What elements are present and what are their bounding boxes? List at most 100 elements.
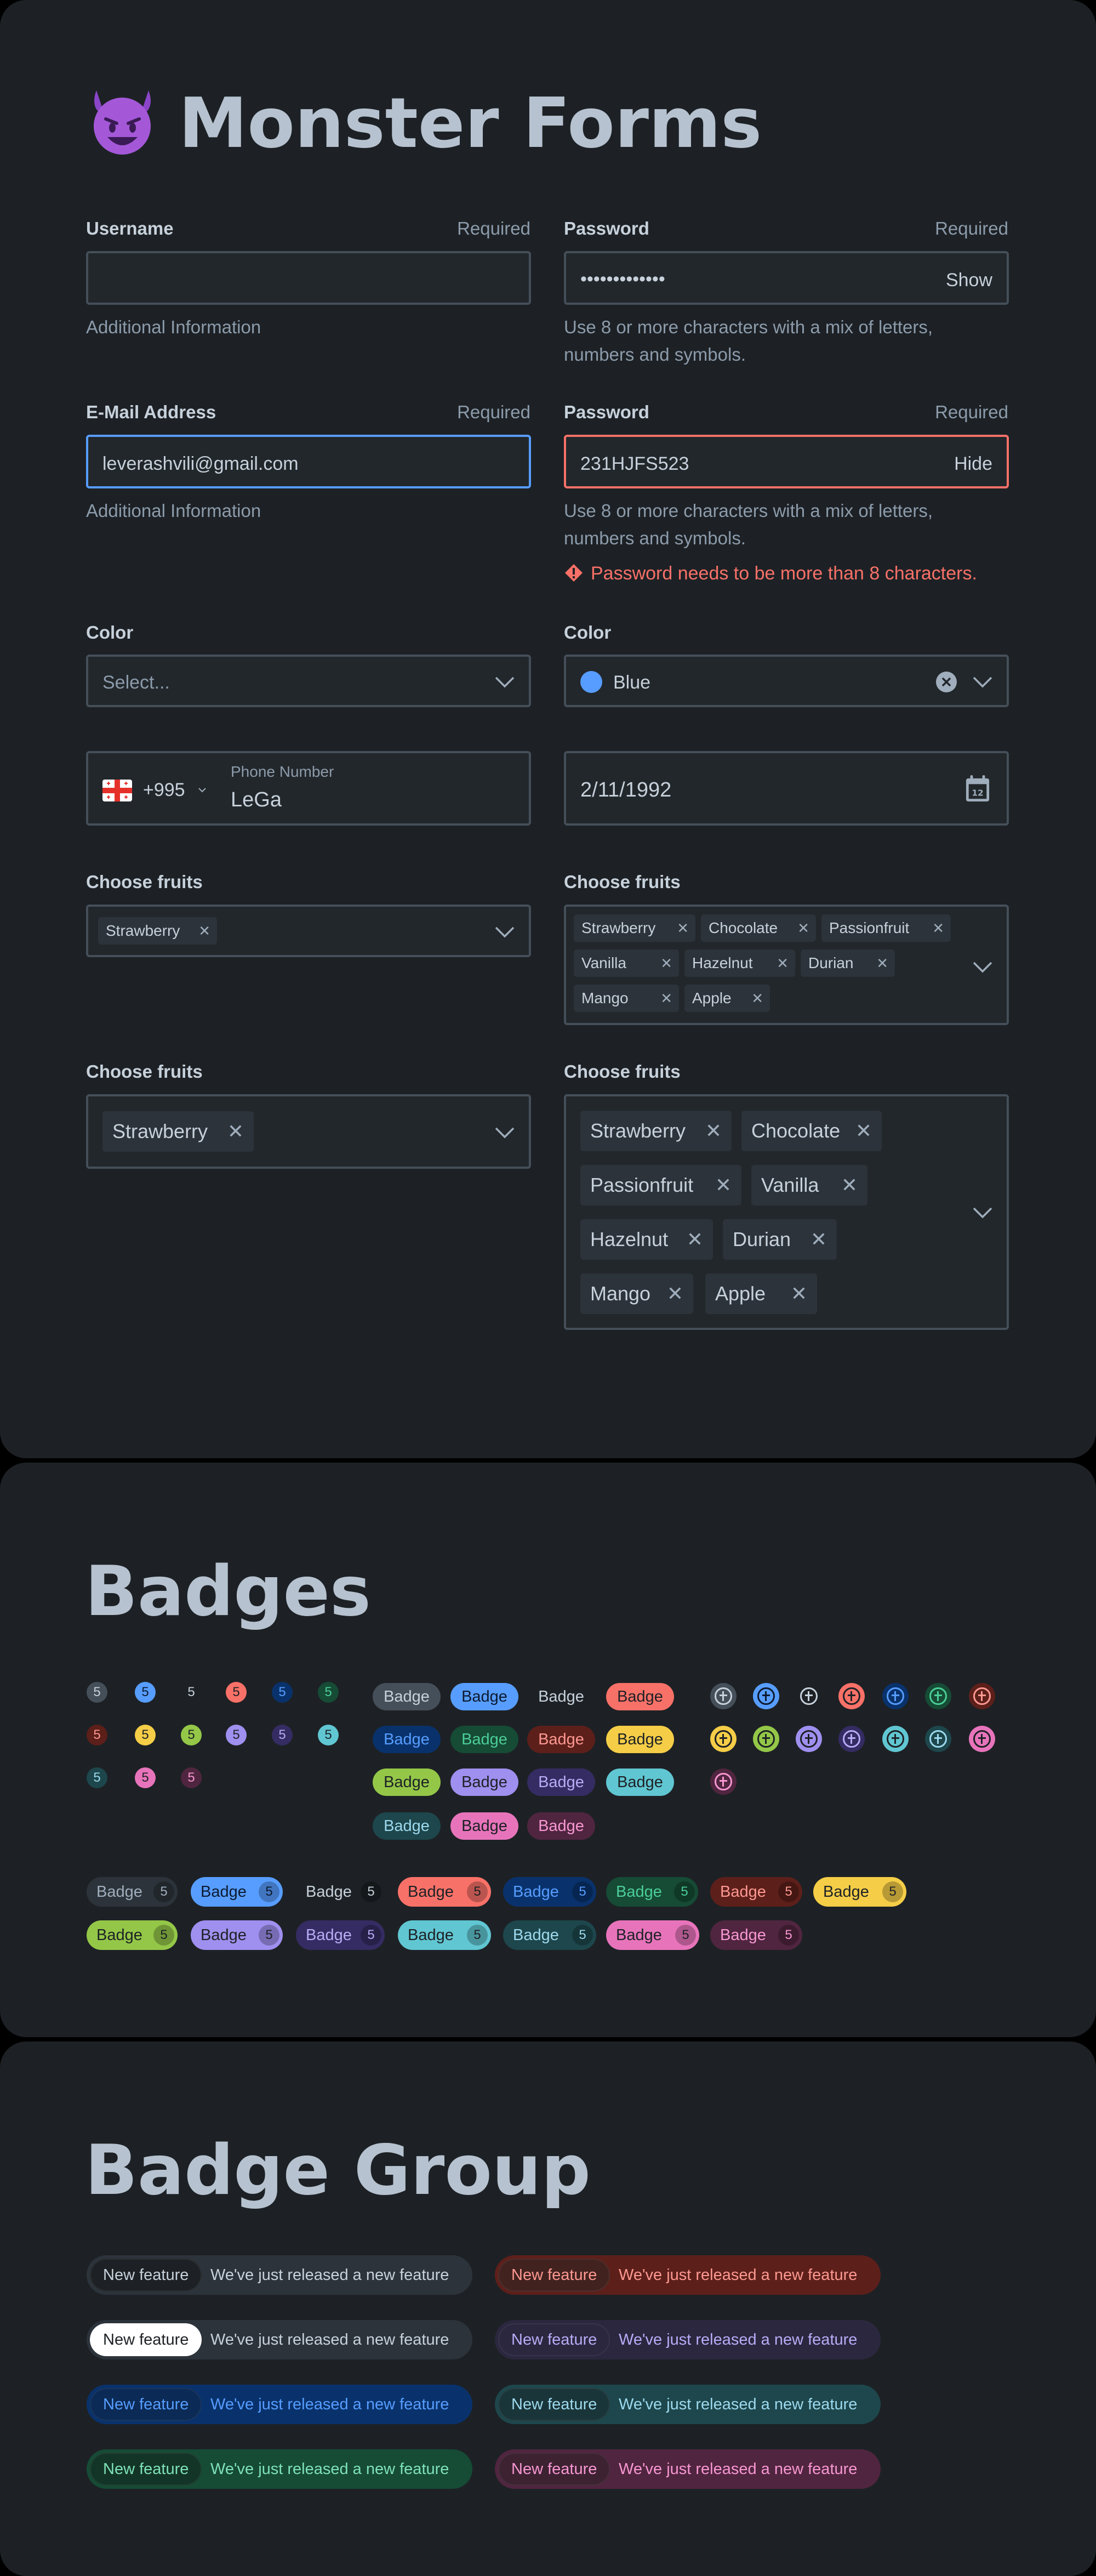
remove-icon[interactable]: ✕ <box>855 1111 872 1151</box>
password-confirm-input[interactable]: 231HJFS523 Hide <box>564 435 1009 488</box>
remove-icon[interactable]: ✕ <box>715 1165 732 1205</box>
badge-label: Badge <box>201 1926 247 1944</box>
remove-icon[interactable]: ✕ <box>227 1111 244 1152</box>
fruit-tag[interactable]: Chocolate ✕ <box>701 914 816 942</box>
badge-group-message: We've just released a new feature <box>210 2396 449 2413</box>
date-input[interactable]: 2/11/1992 12 <box>564 751 1009 826</box>
clear-icon[interactable] <box>935 671 957 693</box>
fruits-select-small[interactable]: Strawberry ✕ <box>86 905 531 957</box>
badge-count: 5 <box>572 1925 593 1946</box>
badge-with-count: Badge 5 <box>398 1920 491 1950</box>
plus-circle-icon <box>843 1687 860 1705</box>
calendar-icon[interactable]: 12 <box>965 775 990 803</box>
fruit-tag[interactable]: Strawberry ✕ <box>98 917 217 945</box>
count-badge: 5 <box>318 1682 339 1703</box>
fruit-tag[interactable]: Strawberry ✕ <box>102 1111 254 1152</box>
remove-icon[interactable]: ✕ <box>841 1165 858 1205</box>
remove-icon[interactable]: ✕ <box>705 1111 722 1151</box>
password-confirm-help: Use 8 or more characters with a mix of l… <box>564 501 933 548</box>
fruits-select-large[interactable]: Strawberry ✕ <box>86 1094 531 1169</box>
username-required: Required <box>457 218 530 238</box>
remove-icon[interactable]: ✕ <box>932 914 944 942</box>
badge: Badge <box>538 1688 584 1705</box>
badge-count: 5 <box>675 1925 696 1946</box>
badge: Badge <box>373 1726 441 1753</box>
email-value: leverashvili@gmail.com <box>102 453 299 474</box>
badge: Badge <box>450 1768 518 1796</box>
show-password-button[interactable]: Show <box>946 270 992 291</box>
badge-label: Badge <box>96 1926 142 1944</box>
fruit-tag[interactable]: Vanilla ✕ <box>751 1165 867 1205</box>
badge: Badge <box>606 1726 674 1753</box>
email-input[interactable]: leverashvili@gmail.com <box>86 435 531 488</box>
remove-icon[interactable]: ✕ <box>777 949 789 977</box>
fruits-select-large-multi[interactable]: Strawberry ✕ Chocolate ✕ Passionfruit ✕ Van… <box>564 1094 1009 1330</box>
fruit-tag[interactable]: Hazelnut ✕ <box>684 949 795 977</box>
badge-with-count: Badge 5 <box>191 1877 283 1907</box>
chevron-down-icon[interactable] <box>198 787 207 793</box>
remove-icon[interactable]: ✕ <box>797 914 809 942</box>
remove-icon[interactable]: ✕ <box>667 1273 683 1314</box>
email-label: E-Mail Address <box>86 402 216 422</box>
fruit-tag[interactable]: Passionfruit ✕ <box>580 1165 741 1205</box>
plus-circle-icon <box>757 1687 775 1705</box>
password-error-message: Password needs to be more than 8 charact… <box>591 563 977 584</box>
fruits-select-small-multi[interactable]: Strawberry ✕ Chocolate ✕ Passionfruit ✕ Van… <box>564 905 1009 1025</box>
plus-circle-icon <box>715 1687 732 1705</box>
badge-group-title: Badge Group <box>85 2130 591 2210</box>
remove-icon[interactable]: ✕ <box>876 949 888 977</box>
fruit-tag[interactable]: Strawberry ✕ <box>574 914 695 942</box>
count-badge: 5 <box>135 1767 156 1788</box>
remove-icon[interactable]: ✕ <box>660 985 672 1012</box>
fruit-tag[interactable]: Mango ✕ <box>580 1273 693 1314</box>
error-icon <box>565 564 583 582</box>
color-select-2[interactable]: Blue <box>564 655 1009 707</box>
fruit-tag[interactable]: Passionfruit ✕ <box>821 914 951 942</box>
hide-password-button[interactable]: Hide <box>954 453 992 475</box>
fruit-tag[interactable]: Mango ✕ <box>574 985 679 1012</box>
username-input[interactable] <box>86 251 531 305</box>
country-code[interactable]: +995 <box>143 780 185 801</box>
badge-group: New feature We've just released a new fea… <box>87 2449 472 2489</box>
badge-count: 5 <box>674 1881 695 1902</box>
badge-group: New feature We've just released a new fea… <box>87 2385 472 2424</box>
badge-with-count: Badge 5 <box>813 1877 906 1907</box>
fruit-tag[interactable]: Strawberry ✕ <box>580 1111 732 1151</box>
remove-icon[interactable]: ✕ <box>810 1219 827 1260</box>
remove-icon[interactable]: ✕ <box>751 985 763 1012</box>
badge-with-count: Badge 5 <box>606 1877 698 1907</box>
fruit-tag[interactable]: Vanilla ✕ <box>574 949 679 977</box>
remove-icon[interactable]: ✕ <box>660 949 672 977</box>
color-select[interactable]: Select... <box>86 655 531 707</box>
password-input[interactable]: ••••••••••••• Show <box>564 251 1009 305</box>
badge-label: Badge <box>408 1883 454 1901</box>
count-badge: 5 <box>135 1725 156 1745</box>
forms-panel: Monster Forms Username Required Addition… <box>0 0 1096 1458</box>
username-help: Additional Information <box>86 317 261 337</box>
fruit-tag[interactable]: Durian ✕ <box>801 949 895 977</box>
badges-title: Badges <box>85 1551 371 1631</box>
badge-count: 5 <box>153 1881 174 1902</box>
badge-with-count: Badge 5 <box>503 1877 596 1907</box>
badge-group-lead: New feature <box>498 2388 610 2421</box>
remove-icon[interactable]: ✕ <box>677 914 689 942</box>
fruit-tag[interactable]: Apple ✕ <box>684 985 770 1012</box>
badge-count: 5 <box>882 1881 903 1902</box>
remove-icon[interactable]: ✕ <box>198 917 210 945</box>
password-required: Required <box>935 218 1008 238</box>
remove-icon[interactable]: ✕ <box>687 1219 703 1260</box>
fruit-tag[interactable]: Chocolate ✕ <box>741 1111 882 1151</box>
remove-icon[interactable]: ✕ <box>791 1273 807 1314</box>
phone-input[interactable]: +995 Phone Number LeGa <box>86 751 531 826</box>
add-icon <box>838 1726 865 1752</box>
fruit-tag[interactable]: Apple ✕ <box>705 1273 817 1314</box>
badge: Badge <box>450 1683 518 1710</box>
badge: Badge <box>450 1812 518 1840</box>
fruit-tag[interactable]: Durian ✕ <box>723 1219 837 1260</box>
password-value: ••••••••••••• <box>580 269 665 289</box>
email-help: Additional Information <box>86 501 261 521</box>
plus-circle-icon <box>887 1687 904 1705</box>
fruit-tag[interactable]: Hazelnut ✕ <box>580 1219 713 1260</box>
phone-field-label: Phone Number <box>231 763 334 780</box>
badge-with-count: Badge 5 <box>606 1920 699 1950</box>
